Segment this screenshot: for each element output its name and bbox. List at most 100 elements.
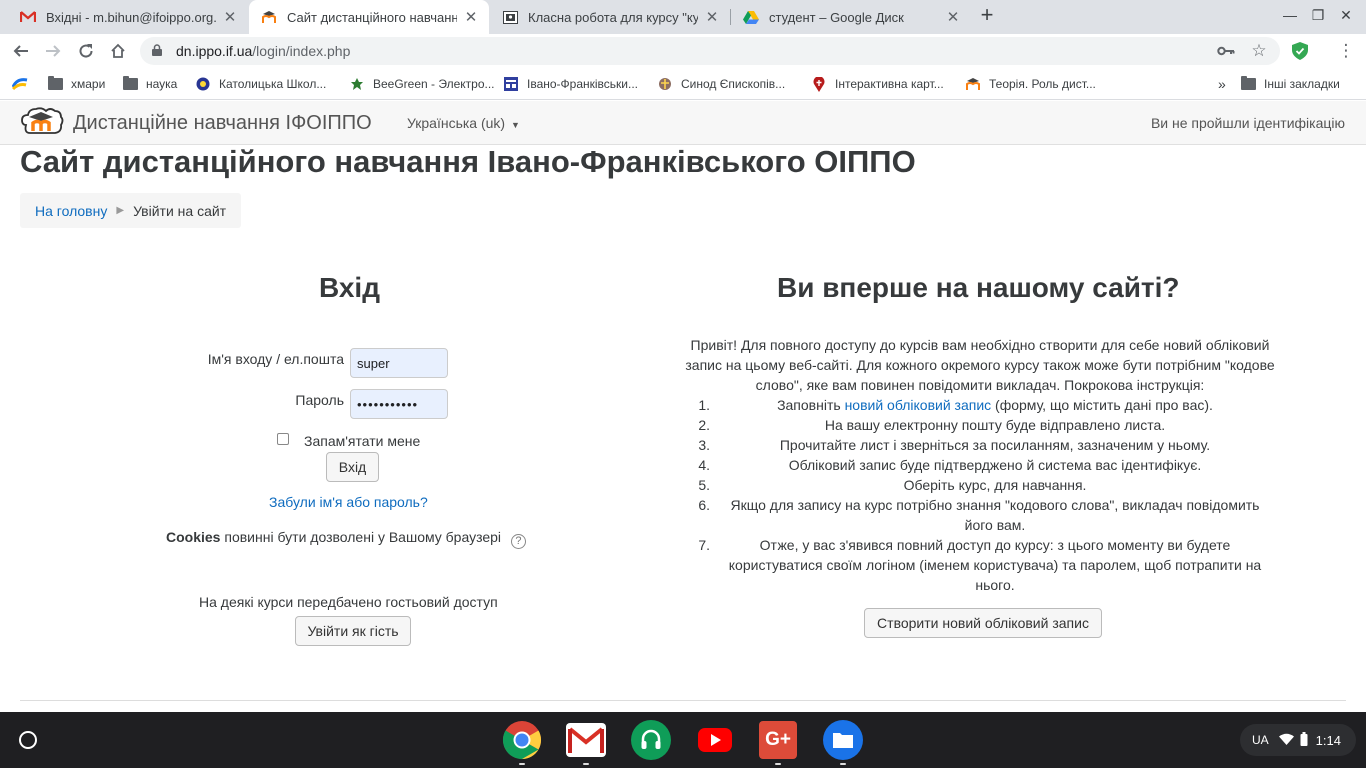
close-tab-icon[interactable]: ✕	[945, 8, 961, 26]
extension-shield-icon[interactable]	[1289, 40, 1311, 62]
classroom-icon	[502, 9, 518, 25]
guest-login-button[interactable]: Увійти як гість	[295, 616, 411, 646]
step-text: Отже, у вас з'явився повний доступ до ку…	[728, 537, 1262, 593]
password-input[interactable]	[350, 389, 448, 419]
guest-access-text: На деякі курси передбачено гостьовий дос…	[199, 594, 498, 610]
input-method: UA	[1252, 733, 1269, 747]
restore-icon[interactable]: ❐	[1308, 7, 1328, 24]
bookmark-theory[interactable]: Теорія. Роль дист...	[965, 75, 1096, 93]
bookmark-star-icon[interactable]: ☆	[1248, 40, 1270, 62]
hangouts-icon[interactable]	[631, 720, 671, 760]
close-tab-icon[interactable]: ✕	[222, 8, 238, 26]
list-item: 6. Якщо для запису на курс потрібно знан…	[680, 495, 1280, 535]
step-text: Обліковий запис буде підтверджено й сист…	[788, 457, 1202, 473]
moodle-icon	[965, 77, 981, 91]
clock: 1:14	[1315, 732, 1341, 748]
signup-heading: Ви вперше на нашому сайті?	[777, 272, 1180, 303]
username-input[interactable]	[350, 348, 448, 378]
cookies-notice: Cookies повинні бути дозволені у Вашому …	[166, 529, 526, 549]
language-label: Українська (uk)	[407, 115, 506, 131]
files-icon[interactable]	[823, 720, 863, 760]
tab-title: студент – Google Диск	[769, 9, 904, 25]
step-text: Якщо для запису на курс потрібно знання …	[730, 497, 1260, 533]
forgot-password-link[interactable]: Забули ім'я або пароль?	[269, 494, 428, 510]
page-title: Сайт дистанційного навчання Івано-Франкі…	[20, 144, 916, 179]
minimize-icon[interactable]: —	[1280, 7, 1300, 23]
status-tray[interactable]: UA 1:14	[1240, 724, 1356, 756]
bookmark-logo-icon	[12, 77, 28, 91]
close-window-icon[interactable]: ✕	[1336, 7, 1356, 24]
new-account-link[interactable]: новий обліковий запис	[845, 397, 992, 413]
chrome-icon[interactable]	[502, 720, 542, 760]
remember-me-checkbox[interactable]	[277, 433, 289, 445]
tab-moodle[interactable]: Сайт дистанційного навчання ✕	[249, 0, 489, 34]
os-shelf: G+ UA 1:14	[0, 712, 1366, 768]
menu-dots-icon[interactable]: ⋮	[1335, 40, 1357, 62]
address-bar[interactable]: dn.ippo.if.ua/login/index.php	[140, 37, 1280, 65]
moodle-logo-icon[interactable]	[20, 105, 64, 141]
remember-me-label[interactable]: Запам'ятати мене	[304, 433, 420, 449]
cookies-text: повинні бути дозволені у Вашому браузері	[224, 529, 502, 545]
bookmarks-bar: хмари наука Католицька Школ... BeeGreen …	[0, 68, 1366, 100]
url-path: /login/index.php	[252, 43, 351, 59]
reload-icon[interactable]	[75, 40, 97, 62]
youtube-icon[interactable]	[695, 720, 735, 760]
bookmark-label: Інші закладки	[1264, 77, 1340, 91]
step-text: (форму, що містить дані про вас).	[995, 397, 1213, 413]
more-bookmarks-chevron[interactable]: »	[1218, 75, 1226, 93]
gmail-icon[interactable]	[566, 723, 606, 757]
bookmark-label: Інтерактивна карт...	[835, 77, 944, 91]
bookmark-label: Івано-Франківськи...	[527, 77, 639, 91]
username-label: Ім'я входу / ел.пошта	[207, 351, 344, 367]
breadcrumb-home-link[interactable]: На головну	[35, 203, 107, 219]
bookmark-ivano-frankivsk[interactable]: Івано-Франківськи...	[503, 75, 638, 93]
close-tab-icon[interactable]: ✕	[463, 8, 479, 26]
bookmark-catholic-school[interactable]: Католицька Школ...	[195, 75, 326, 93]
bookmark-beegreen[interactable]: BeeGreen - Электро...	[349, 75, 495, 93]
tab-title: Сайт дистанційного навчання	[287, 9, 457, 25]
bookmark-label: Теорія. Роль дист...	[989, 77, 1096, 91]
tab-strip: Вхідні - m.bihun@ifoippo.org.ua ✕ Сайт д…	[0, 0, 1366, 34]
help-icon[interactable]: ?	[510, 533, 526, 549]
bookmark-label: хмари	[71, 77, 106, 91]
step-text: Прочитайте лист і зверніться за посиланн…	[779, 437, 1211, 453]
forgot-password-text[interactable]: Забули ім'я або пароль?	[269, 494, 428, 510]
wifi-icon	[1278, 733, 1294, 748]
step-text: Оберіть курс, для навчання.	[903, 477, 1087, 493]
divider	[20, 700, 1346, 701]
step-text: На вашу електронну пошту буде відправлен…	[824, 417, 1166, 433]
back-icon[interactable]	[10, 40, 32, 62]
bookmark-synod[interactable]: Синод Єпископів...	[657, 75, 785, 93]
bookmark-folder-science[interactable]: наука	[122, 75, 177, 93]
map-pin-icon	[811, 76, 827, 92]
step-text: Заповніть	[777, 397, 841, 413]
bookmark-logo[interactable]	[12, 75, 36, 93]
bookmark-folder-clouds[interactable]: хмари	[47, 75, 105, 93]
site-name[interactable]: Дистанційне навчання ІФОІППО	[73, 112, 372, 135]
running-indicator	[583, 763, 589, 765]
key-icon[interactable]	[1215, 40, 1237, 62]
new-tab-button[interactable]: +	[976, 4, 998, 28]
tab-google-drive[interactable]: студент – Google Диск ✕	[731, 0, 971, 34]
moodle-icon	[261, 9, 277, 25]
bookmark-other-folder[interactable]: Інші закладки	[1240, 75, 1340, 93]
folder-icon	[1240, 76, 1256, 91]
tab-classroom[interactable]: Класна робота для курсу "курс ✕	[490, 0, 730, 34]
list-item: 5. Оберіть курс, для навчання.	[680, 475, 1280, 495]
create-account-button[interactable]: Створити новий обліковий запис	[864, 608, 1102, 638]
tab-gmail[interactable]: Вхідні - m.bihun@ifoippo.org.ua ✕	[8, 0, 248, 34]
google-drive-icon	[743, 9, 759, 25]
folder-icon	[122, 76, 138, 91]
bookmark-interactive-map[interactable]: Інтерактивна карт...	[811, 75, 944, 93]
login-button[interactable]: Вхід	[326, 452, 379, 482]
close-tab-icon[interactable]: ✕	[704, 8, 720, 26]
moodle-navbar: Дистанційне навчання ІФОІППО Українська …	[0, 101, 1366, 145]
language-menu[interactable]: Українська (uk) ▼	[407, 115, 520, 131]
url-host: dn.ippo.if.ua	[176, 43, 253, 59]
google-plus-icon[interactable]: G+	[759, 721, 797, 759]
launcher-icon[interactable]	[19, 731, 37, 749]
bookmark-label: Синод Єпископів...	[681, 77, 786, 91]
forward-icon[interactable]	[42, 40, 64, 62]
list-item: 7. Отже, у вас з'явився повний доступ до…	[680, 535, 1280, 595]
home-icon[interactable]	[107, 40, 129, 62]
